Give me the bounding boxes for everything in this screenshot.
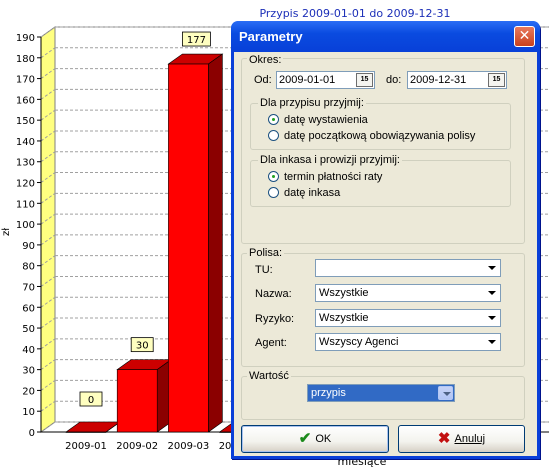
data-label: 30: [136, 341, 149, 352]
y-tick-label: 70: [22, 282, 35, 293]
radio-label: datę wystawienia: [284, 114, 368, 126]
okres-label: Okres:: [247, 54, 284, 66]
radio-dot: [268, 187, 279, 198]
radio-data-poczatkowa[interactable]: datę początkową obowiązywania polisy: [268, 129, 475, 143]
inkaso-group-label: Dla inkasa i prowizji przyjmij:: [258, 154, 402, 166]
y-tick-label: 180: [16, 54, 35, 65]
x-tick-label: 2009-03: [168, 441, 210, 452]
radio-dot: [268, 114, 279, 125]
date-from-label: Od:: [254, 74, 272, 86]
y-tick-label: 170: [16, 75, 35, 86]
bar: [168, 63, 209, 433]
y-tick-label: 110: [16, 199, 35, 210]
radio-termin-platnosci[interactable]: termin płatności raty: [268, 170, 382, 184]
y-tick-label: 40: [22, 345, 35, 356]
y-tick-label: 10: [22, 407, 35, 418]
y-tick-label: 50: [22, 324, 35, 335]
chevron-down-icon[interactable]: [484, 311, 499, 325]
y-tick-label: 30: [22, 366, 35, 377]
polisa-label: Polisa:: [247, 247, 285, 259]
y-tick-label: 100: [16, 220, 35, 231]
nazwa-label: Nazwa:: [255, 288, 292, 300]
date-from-value: 2009-01-01: [279, 74, 336, 86]
agent-select[interactable]: Wszyscy Agenci: [315, 333, 501, 351]
y-tick-label: 120: [16, 179, 35, 190]
nazwa-value: Wszystkie: [319, 287, 369, 299]
x-icon: ✖: [437, 430, 451, 448]
radio-label: datę inkasa: [284, 187, 341, 199]
cancel-label: Anuluj: [454, 433, 486, 445]
date-from-field[interactable]: 2009-01-01 15: [276, 71, 375, 89]
radio-data-inkasa[interactable]: datę inkasa: [268, 186, 340, 200]
dialog-body: Okres: Od: 2009-01-01 15 do: 2009-12-31 …: [234, 52, 537, 456]
y-tick-label: 130: [16, 158, 35, 169]
chevron-down-icon[interactable]: [484, 335, 499, 349]
ryzyko-select[interactable]: Wszystkie: [315, 309, 501, 327]
close-icon[interactable]: ✕: [514, 26, 535, 47]
bar: [116, 369, 158, 433]
calendar-icon[interactable]: 15: [356, 73, 373, 87]
x-tick-label: 2009-01: [65, 441, 107, 452]
radio-dot: [268, 171, 279, 182]
bar-side: [208, 53, 223, 433]
y-tick-label: 90: [22, 241, 35, 252]
radio-dot: [268, 130, 279, 141]
ryzyko-label: Ryzyko:: [255, 313, 295, 325]
chevron-down-icon[interactable]: [484, 261, 499, 275]
date-to-label: do:: [386, 74, 402, 86]
tu-select[interactable]: [315, 259, 501, 277]
chart-title: Przypis 2009-01-01 do 2009-12-31: [259, 7, 450, 20]
parametry-dialog: Parametry ✕ Okres: Od: 2009-01-01 15 do:…: [231, 21, 540, 459]
chart-side-wall: [40, 26, 56, 433]
ok-label: OK: [315, 433, 332, 445]
y-tick-label: 20: [22, 386, 35, 397]
cancel-button[interactable]: ✖ Anuluj: [398, 425, 525, 453]
date-to-value: 2009-12-31: [410, 74, 467, 86]
tu-label: TU:: [255, 264, 273, 276]
przypis-group-label: Dla przypisu przyjmij:: [258, 97, 366, 109]
data-label: 177: [187, 35, 206, 46]
date-to-field[interactable]: 2009-12-31 15: [407, 71, 507, 89]
y-tick-label: 160: [16, 95, 35, 106]
wartosc-label: Wartość: [247, 370, 291, 382]
y-tick-label: 150: [16, 116, 35, 127]
y-tick-label: 190: [16, 33, 35, 44]
calendar-icon[interactable]: 15: [488, 73, 505, 87]
dialog-titlebar[interactable]: Parametry ✕: [231, 21, 540, 52]
wartosc-select[interactable]: przypis: [307, 384, 455, 402]
data-label: 0: [88, 395, 94, 406]
agent-label: Agent:: [255, 337, 287, 349]
ryzyko-value: Wszystkie: [319, 312, 369, 324]
y-axis-label: zł: [1, 228, 12, 236]
y-tick-label: 60: [22, 303, 35, 314]
checkmark-icon: ✔: [298, 430, 312, 448]
y-tick-label: 140: [16, 137, 35, 148]
radio-label: datę początkową obowiązywania polisy: [284, 130, 476, 142]
x-tick-label: 2009-02: [116, 441, 158, 452]
y-tick-label: 0: [29, 428, 35, 439]
chevron-down-icon[interactable]: [438, 386, 453, 400]
agent-value: Wszyscy Agenci: [319, 336, 399, 348]
ok-button[interactable]: ✔ OK: [241, 425, 389, 453]
bar: [65, 431, 107, 433]
chevron-down-icon[interactable]: [484, 286, 499, 300]
dialog-title: Parametry: [239, 29, 303, 44]
wartosc-value: przypis: [311, 387, 346, 399]
nazwa-select[interactable]: Wszystkie: [315, 284, 501, 302]
y-tick-label: 80: [22, 262, 35, 273]
radio-label: termin płatności raty: [284, 171, 383, 183]
radio-data-wystawienia[interactable]: datę wystawienia: [268, 113, 368, 127]
